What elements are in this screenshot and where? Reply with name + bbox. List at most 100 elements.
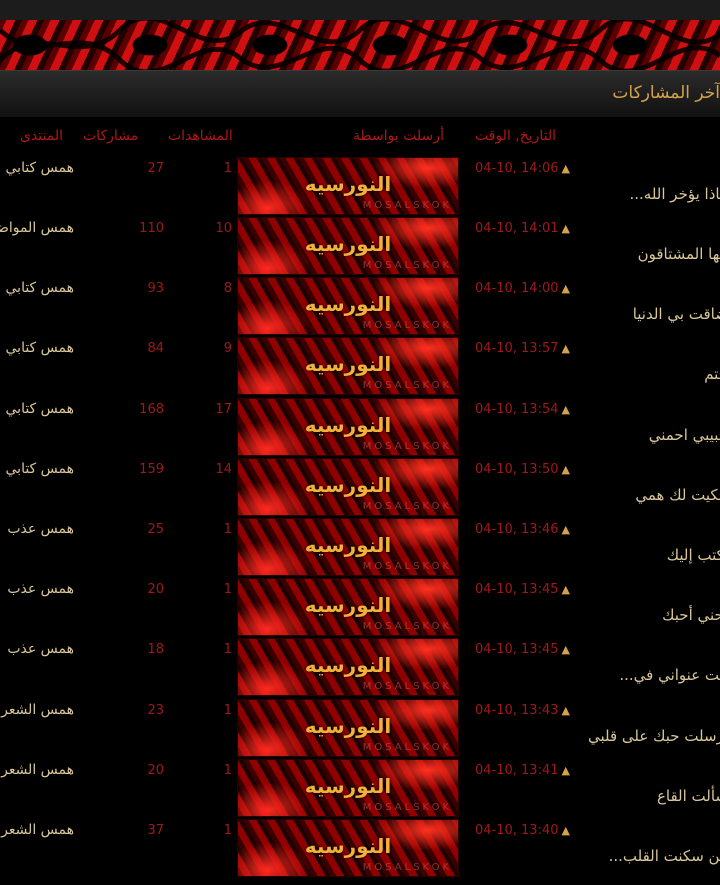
thread-title-link[interactable]: حكيت لك همي [635,486,720,504]
avatar-watermark: MOSALSKOK [362,742,452,753]
jump-to-post-icon[interactable]: ▲ [562,704,570,717]
jump-to-post-icon[interactable]: ▲ [562,403,570,416]
post-date-text: 04-10, 13:45 [475,642,559,657]
author-name[interactable]: النورسيه [238,714,458,738]
author-name[interactable]: النورسيه [238,533,458,557]
thread-title-link[interactable]: أكتب إليك [667,546,720,564]
author-banner[interactable]: النورسيه MOSALSKOK [237,157,459,215]
forum-link[interactable]: همس عذب [0,581,74,597]
list-item: حبيبي احمني 04-10, 13:54▲ النورسيه MOSALSKO… [0,398,720,458]
post-date-text: 04-10, 13:46 [475,522,559,537]
post-date-text: 04-10, 13:40 [475,823,559,838]
author-banner[interactable]: النورسيه MOSALSKOK [237,578,459,636]
thread-title-link[interactable]: ختم [704,365,720,383]
author-banner[interactable]: النورسيه MOSALSKOK [237,277,459,335]
author-banner[interactable]: النورسيه MOSALSKOK [237,699,459,757]
forum-link[interactable]: همس عذب [0,641,74,657]
jump-to-post-icon[interactable]: ▲ [562,523,570,536]
thread-title-link[interactable]: أيها المشتاقون [638,245,720,263]
thread-title-link[interactable]: أحني أحبك [662,606,720,624]
post-date: 04-10, 14:06 ▲ [475,161,570,176]
author-name[interactable]: النورسيه [238,834,458,858]
forum-link[interactable]: همس الشعر [0,702,74,718]
author-banner[interactable]: النورسيه MOSALSKOK [237,337,459,395]
thread-title-link[interactable]: ضاقت بي الدنيا [633,305,720,323]
jump-to-post-icon[interactable]: ▲ [562,764,570,777]
post-date: 04-10, 13:45 ▲ [475,642,570,657]
jump-to-post-icon[interactable]: ▲ [562,463,570,476]
jump-to-post-icon[interactable]: ▲ [562,824,570,837]
author-name[interactable]: النورسيه [238,774,458,798]
list-item: أرسلت حبك على قلبي 04-10, 13:43 ▲ النورسيه M… [0,699,720,759]
post-date: 04-10, 13:57 ▲ [475,341,570,356]
forum-link[interactable]: همس كتابي [0,160,75,176]
thread-title-link[interactable]: أنت عنواني في... [619,666,720,684]
post-date-text: 04-10, 13:57 [475,341,559,356]
author-banner[interactable]: النورسيه MOSALSKOK [237,819,459,877]
author-banner[interactable]: النورسيه MOSALSKOK [237,458,459,516]
post-date-text: 04-10, 14:06 [475,161,559,176]
avatar-watermark: MOSALSKOK [362,260,452,271]
avatar-watermark: MOSALSKOK [362,561,452,572]
author-name[interactable]: النورسيه [238,413,458,437]
author-name[interactable]: النورسيه [238,593,458,617]
forum-link[interactable]: همس كتابي [0,461,75,477]
author-name[interactable]: النورسيه [238,172,458,196]
forum-link[interactable]: همس كتابي [0,280,75,296]
author-name[interactable]: النورسيه [238,352,458,376]
list-item: سألت القاع 04-10, 13:41▲ النورسيه MOSALSKOK… [0,759,720,819]
author-banner[interactable]: النورسيه MOSALSKOK [237,759,459,817]
forum-link[interactable]: همس الشعر [0,762,74,778]
post-date: 04-10, 14:01 ▲ [475,221,570,236]
col-forum: المنتدى [20,128,64,144]
thread-title-link[interactable]: حبيبي احمني [649,426,720,444]
post-date-text: 04-10, 13:45 [475,582,559,597]
post-date-text: 04-10, 13:54 [475,402,559,417]
author-name[interactable]: النورسيه [238,292,458,316]
author-name[interactable]: النورسيه [238,653,458,677]
list-item: أكتب إليك 04-10, 13:46▲ النورسيه MOSALSKOK 1… [0,518,720,578]
reply-count: 14 [215,462,232,477]
view-count: 27 [147,161,164,176]
reply-count: 10 [215,221,232,236]
thread-title-link[interactable]: من سكنت القلب... [609,847,720,865]
forum-link[interactable]: همس كتابي [0,340,75,356]
author-banner[interactable]: النورسيه MOSALSKOK [237,638,459,696]
list-item: أحني أحبك 04-10, 13:45▲ النورسيه MOSALSKOK 1… [0,578,720,638]
author-name[interactable]: النورسيه [238,473,458,497]
list-item: حكيت لك همي 04-10, 13:50 ▲ النورسيه MOSALSKO… [0,458,720,518]
forum-link[interactable]: همس الشعر [0,822,74,838]
section-title: آخر المشاركات [612,83,720,103]
view-count: 159 [139,462,164,477]
list-item: ضاقت بي الدنيا 04-10, 14:00 ▲ النورسيه MOSAL… [0,277,720,337]
top-bar [0,0,720,20]
forum-link[interactable]: همس عذب [0,521,74,537]
avatar-watermark: MOSALSKOK [362,621,452,632]
col-date-time: التاريخ, الوقت [475,128,557,144]
thread-title-link[interactable]: أرسلت حبك على قلبي [588,727,720,745]
author-name[interactable]: النورسيه [238,232,458,256]
jump-to-post-icon[interactable]: ▲ [562,583,570,596]
reply-count: 1 [223,642,232,657]
post-date-text: 04-10, 13:41 [475,763,559,778]
forum-link[interactable]: همس كتابي [0,401,75,417]
jump-to-post-icon[interactable]: ▲ [562,282,570,295]
list-item: من سكنت القلب... 04-10, 13:40 ▲ النورسيه MOS… [0,819,720,879]
author-banner[interactable]: النورسيه MOSALSKOK [237,217,459,275]
author-banner[interactable]: النورسيه MOSALSKOK [237,518,459,576]
author-banner[interactable]: النورسيه MOSALSKOK [237,398,459,456]
forum-link[interactable]: همس المواضيع [0,220,74,236]
list-item: ماذا يؤخر الله... 04-10, 14:06 ▲ النورسيه MO… [0,157,720,217]
jump-to-post-icon[interactable]: ▲ [562,342,570,355]
thread-title-link[interactable]: سألت القاع [657,787,720,805]
reply-count: 1 [223,522,232,537]
jump-to-post-icon[interactable]: ▲ [562,643,570,656]
jump-to-post-icon[interactable]: ▲ [562,162,570,175]
reply-count: 8 [223,281,232,296]
reply-count: 17 [215,402,232,417]
thread-title-link[interactable]: ماذا يؤخر الله... [629,185,720,203]
view-count: 23 [147,703,164,718]
list-item: أنت عنواني في... 04-10, 13:45 ▲ النورسيه MOS… [0,638,720,698]
jump-to-post-icon[interactable]: ▲ [562,222,570,235]
avatar-watermark: MOSALSKOK [362,681,452,692]
